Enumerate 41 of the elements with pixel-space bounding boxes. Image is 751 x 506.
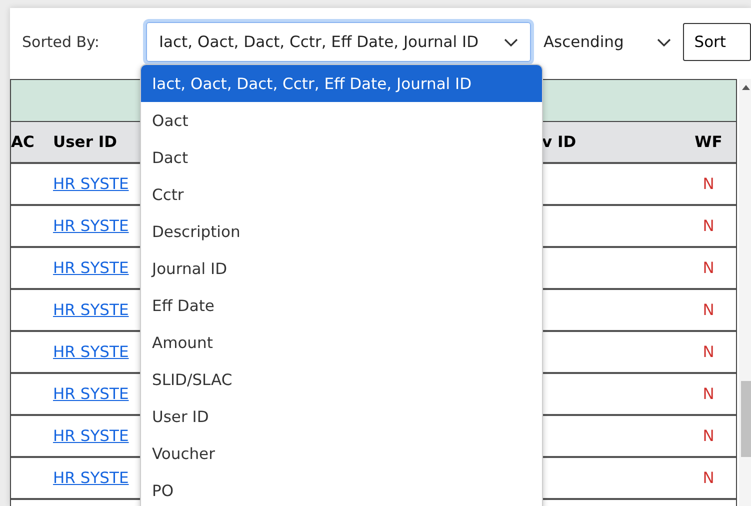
dropdown-option[interactable]: User ID [141,398,542,435]
user-link[interactable]: HR SYSTE [53,175,129,193]
table-cell-text: N [702,217,716,235]
table-cell-text: N [702,301,716,319]
order-select[interactable]: Ascending [531,22,684,62]
table-cell-text: N [702,385,716,403]
sort-button[interactable]: Sort [683,23,751,61]
table-cell-text: N [702,259,716,277]
dropdown-option[interactable]: Voucher [141,435,542,472]
table-cell-text: N [702,343,716,361]
sort-field-select[interactable]: Iact, Oact, Dact, Cctr, Eff Date, Journal ID [146,22,532,62]
dropdown-option[interactable]: Iact, Oact, Dact, Cctr, Eff Date, Journal ID [141,65,542,102]
scrollbar-thumb[interactable] [741,381,751,457]
dropdown-option[interactable]: Oact [141,102,542,139]
user-link[interactable]: HR SYSTE [53,217,129,235]
column-header: WF [694,133,724,151]
dropdown-option[interactable]: SLID/SLAC [141,361,542,398]
user-link[interactable]: HR SYSTE [53,301,129,319]
table-cell-text: N [702,175,716,193]
dropdown-option[interactable]: Amount [141,324,542,361]
user-link[interactable]: HR SYSTE [53,343,129,361]
dropdown-option[interactable]: Cctr [141,176,542,213]
dropdown-option[interactable]: Journal ID [141,250,542,287]
chevron-down-icon [504,38,518,46]
scroll-up-icon[interactable] [742,85,750,90]
dropdown-option[interactable]: Eff Date [141,287,542,324]
table-cell-text: N [702,469,716,487]
column-header: v ID [542,133,578,151]
dropdown-option[interactable]: Dact [141,139,542,176]
chevron-down-icon [657,38,672,46]
dropdown-option[interactable]: PO [141,472,542,506]
table-cell-text: N [702,427,716,445]
user-link[interactable]: HR SYSTE [53,469,129,487]
user-link[interactable]: HR SYSTE [53,385,129,403]
dropdown-option[interactable]: Description [141,213,542,250]
scrollbar[interactable] [739,79,751,506]
user-link[interactable]: HR SYSTE [53,259,129,277]
sorted-by-label: Sorted By: [21,33,100,51]
user-link[interactable]: HR SYSTE [53,427,129,445]
column-header: User ID [53,133,118,151]
column-header: AC [11,133,36,151]
